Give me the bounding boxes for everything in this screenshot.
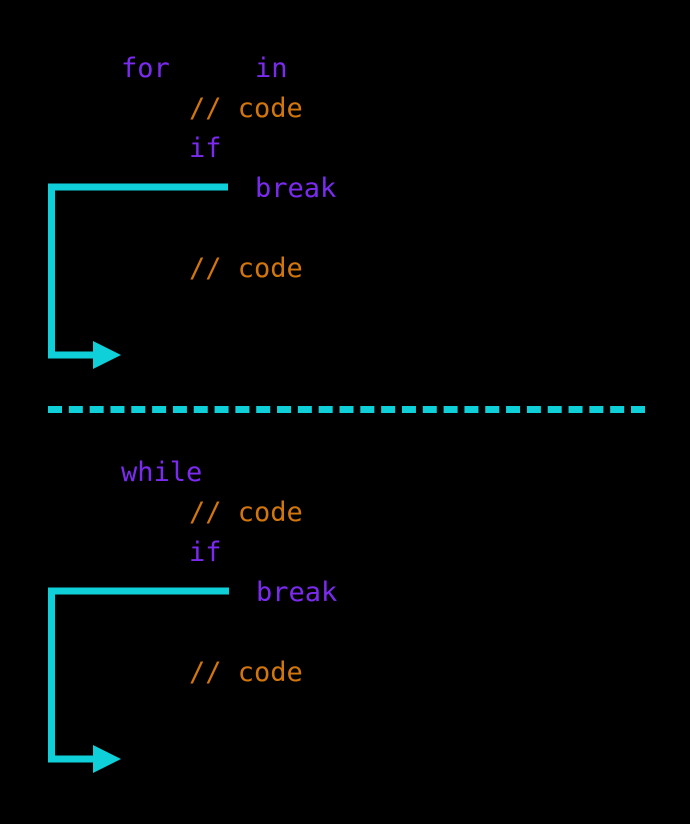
while-keyword: while xyxy=(121,457,203,488)
for-keyword: for xyxy=(121,53,170,84)
while-body-comment-second: // code xyxy=(189,657,303,688)
while-break-keyword: break xyxy=(256,577,338,608)
section-divider xyxy=(48,406,645,413)
while-arrowhead xyxy=(93,745,121,773)
for-in-keyword: in xyxy=(255,53,288,84)
while-if-keyword: if xyxy=(189,537,222,568)
for-body-comment-first: // code xyxy=(189,93,303,124)
for-body-comment-second: // code xyxy=(189,253,303,284)
for-arrowhead xyxy=(93,341,121,369)
for-if-keyword: if xyxy=(189,133,222,164)
while-body-comment-first: // code xyxy=(189,497,303,528)
for-break-keyword: break xyxy=(255,173,337,204)
diagram-canvas: for in // code if break // code while //… xyxy=(0,0,690,824)
